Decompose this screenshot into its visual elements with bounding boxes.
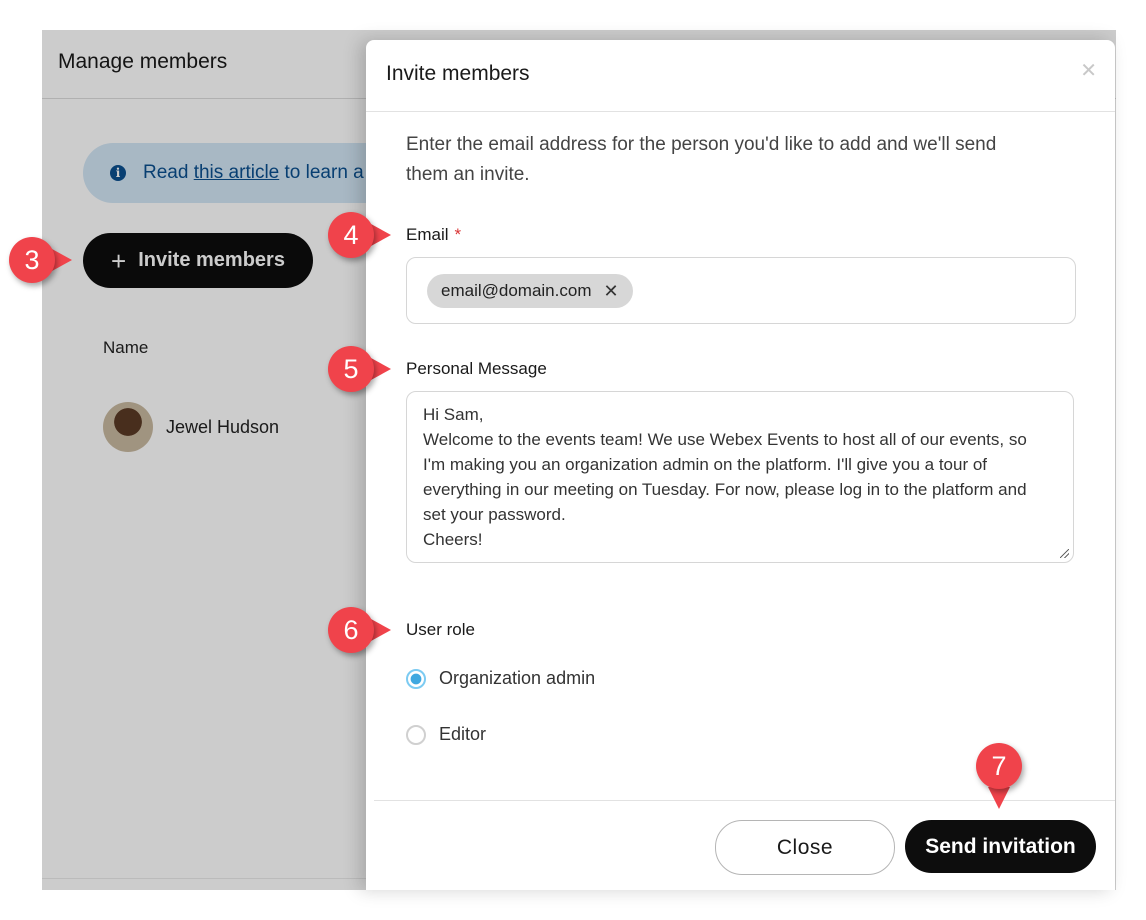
close-button[interactable]: Close (715, 820, 895, 875)
role-option-editor[interactable]: Editor (406, 724, 486, 745)
message-line: Cheers! (423, 530, 483, 549)
step-callout-4: 4 (328, 212, 374, 258)
intro-line: them an invite. (406, 164, 530, 185)
resize-handle[interactable] (1060, 549, 1069, 558)
dialog-intro: Enter the email address for the person y… (406, 130, 1076, 190)
callout-pointer (371, 224, 391, 246)
email-label-text: Email (406, 225, 449, 244)
email-field[interactable]: email@domain.com ✕ (406, 257, 1076, 324)
personal-message-textarea[interactable]: Hi Sam, Welcome to the events team! We u… (406, 391, 1074, 563)
user-role-label: User role (406, 620, 475, 639)
personal-message-label: Personal Message (406, 359, 547, 378)
dialog-title: Invite members (386, 62, 530, 85)
email-label: Email * (406, 225, 461, 245)
divider (42, 878, 372, 879)
step-callout-5: 5 (328, 346, 374, 392)
callout-pointer (988, 787, 1010, 809)
step-callout-7: 7 (976, 743, 1022, 789)
dialog-header: Invite members ✕ (366, 40, 1115, 112)
message-line: Hi Sam, (423, 405, 484, 424)
radio-unselected[interactable] (406, 724, 426, 745)
send-invitation-button[interactable]: Send invitation (905, 820, 1096, 873)
callout-pointer (371, 619, 391, 641)
message-line: everything in our meeting on Tuesday. Fo… (423, 480, 1027, 499)
required-marker: * (454, 225, 462, 244)
message-line: I'm making you an organization admin on … (423, 455, 988, 474)
step-callout-6: 6 (328, 607, 374, 653)
role-option-label: Editor (439, 724, 487, 744)
close-icon[interactable]: ✕ (1080, 58, 1097, 83)
role-option-label: Organization admin (439, 668, 596, 688)
callout-pointer (52, 249, 72, 271)
radio-selected[interactable] (406, 668, 426, 689)
role-option-organization-admin[interactable]: Organization admin (406, 668, 595, 689)
message-line: Welcome to the events team! We use Webex… (423, 430, 1027, 449)
email-chip: email@domain.com ✕ (427, 274, 633, 308)
email-chip-value: email@domain.com (441, 281, 592, 300)
close-icon[interactable]: ✕ (603, 281, 618, 302)
message-line: set your password. (423, 505, 566, 524)
intro-line: Enter the email address for the person y… (406, 134, 997, 155)
callout-pointer (371, 358, 391, 380)
step-callout-3: 3 (9, 237, 55, 283)
